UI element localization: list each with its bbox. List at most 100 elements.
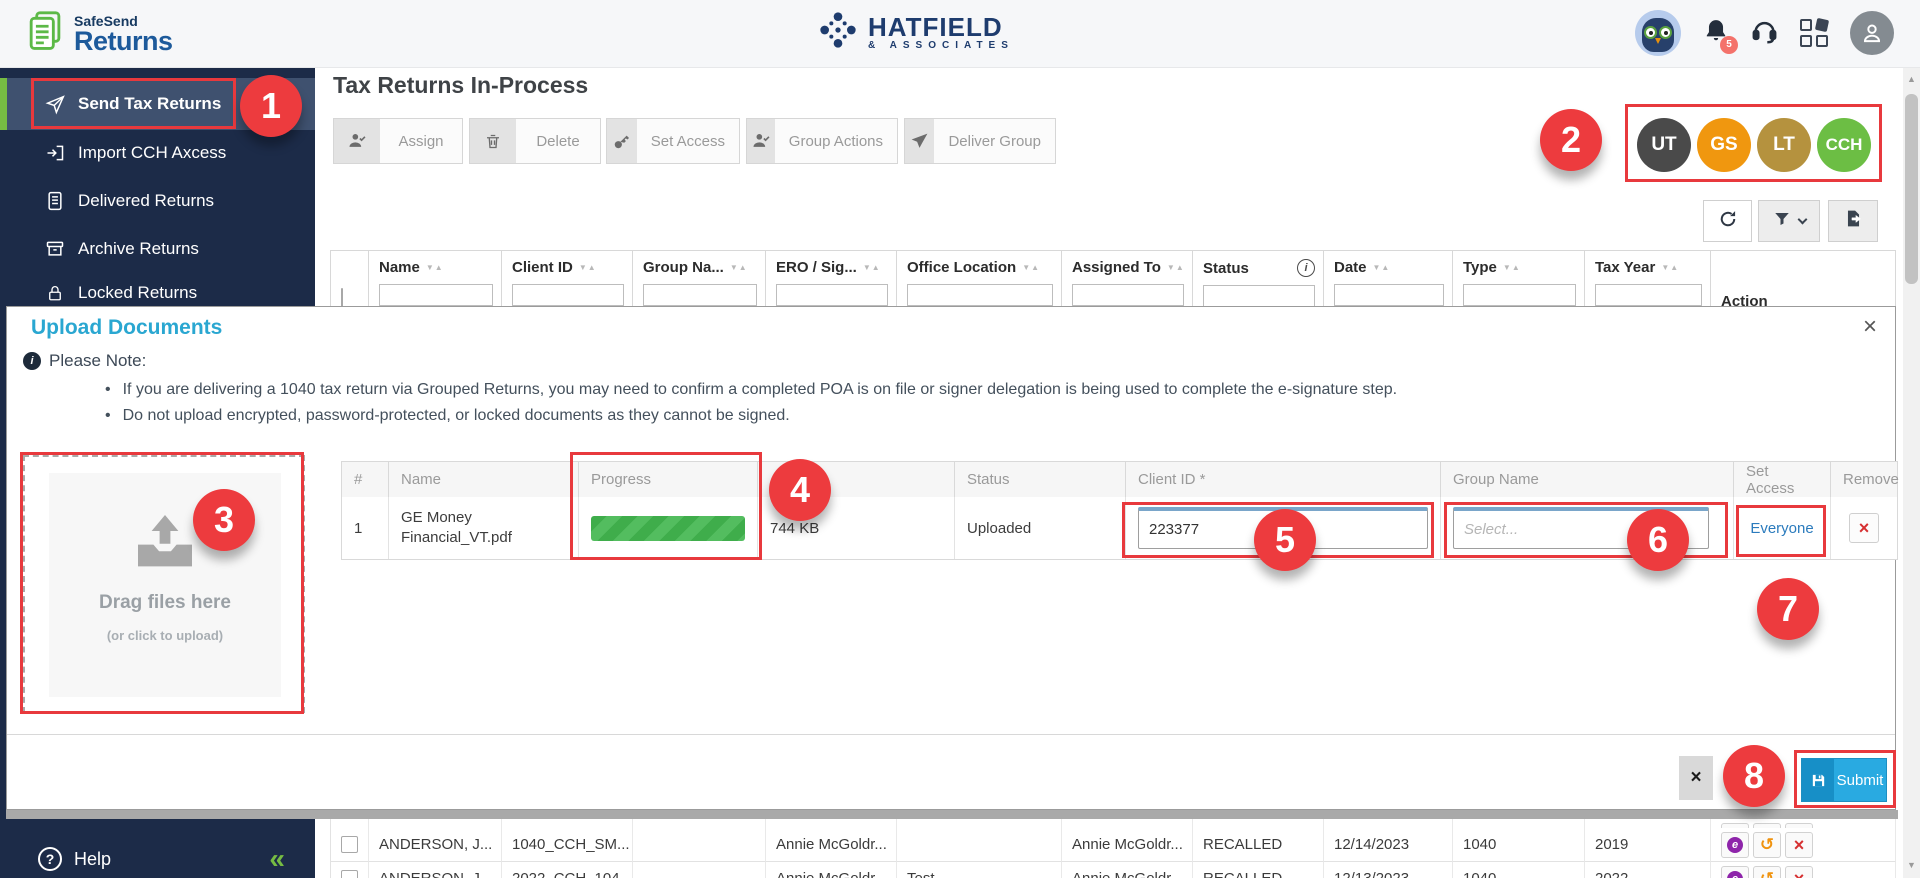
modal-cancel-button[interactable]: × xyxy=(1679,756,1713,800)
person-check-icon xyxy=(747,119,775,163)
sidebar-item-send-tax-returns[interactable]: Send Tax Returns xyxy=(0,78,315,130)
user-filter-badges: UT GS LT CCH xyxy=(1637,118,1871,172)
cell-office xyxy=(897,828,1062,862)
notifications-button[interactable]: 5 xyxy=(1703,17,1738,54)
dropzone-inner[interactable]: Drag files here (or click to upload) xyxy=(49,473,281,697)
apps-grid-button[interactable] xyxy=(1800,17,1830,47)
import-icon xyxy=(44,143,66,163)
support-button[interactable] xyxy=(1751,17,1778,50)
scroll-down-icon[interactable]: ▼ xyxy=(1903,860,1920,870)
cell-tax-year: 2019 xyxy=(1585,828,1711,862)
cell-client-id: 1040_CCH_SM... xyxy=(502,828,633,862)
cell-date: 12/13/2023 xyxy=(1324,862,1453,878)
please-note-heading: i Please Note: xyxy=(23,351,146,371)
refresh-button[interactable] xyxy=(1703,200,1752,242)
sidebar-item-import-cch-axcess[interactable]: Import CCH Axcess xyxy=(0,130,315,176)
notification-count-badge: 5 xyxy=(1720,35,1738,54)
export-button[interactable] xyxy=(1828,200,1878,242)
sidebar-help[interactable]: ? Help « xyxy=(0,830,315,878)
cell-group xyxy=(633,828,766,862)
table-row-partial: e ↺ × xyxy=(331,818,1896,828)
name-filter-input[interactable] xyxy=(379,284,493,306)
group-name-select[interactable] xyxy=(1453,507,1709,549)
delete-return-button[interactable]: × xyxy=(1785,865,1813,878)
process-return-button[interactable]: e xyxy=(1721,865,1749,878)
padlock-icon xyxy=(44,283,66,303)
status-filter-input[interactable] xyxy=(1203,285,1315,307)
date-filter-input[interactable] xyxy=(1334,284,1444,306)
user-badge-cch[interactable]: CCH xyxy=(1817,118,1871,172)
cell-status: RECALLED xyxy=(1193,828,1324,862)
client-id-input[interactable] xyxy=(1138,507,1428,549)
set-access-button[interactable]: Set Access xyxy=(606,118,740,164)
headset-icon xyxy=(1751,21,1778,49)
cell-group xyxy=(633,862,766,878)
row-checkbox[interactable] xyxy=(341,870,358,878)
scrollbar-thumb[interactable] xyxy=(1905,94,1918,284)
type-filter-input[interactable] xyxy=(1463,284,1576,306)
submit-button[interactable]: Submit xyxy=(1801,758,1887,802)
ero-filter-input[interactable] xyxy=(776,284,888,306)
dropzone-sublabel: (or click to upload) xyxy=(106,628,224,643)
set-access-link[interactable]: Everyone xyxy=(1750,520,1813,537)
select-all-checkbox[interactable] xyxy=(341,288,343,307)
remove-file-button[interactable]: × xyxy=(1849,513,1879,543)
cell-status: RECALLED xyxy=(1193,862,1324,878)
cell-assigned: Annie McGoldr... xyxy=(1062,828,1193,862)
file-num: 1 xyxy=(342,497,389,559)
sort-icon: ▼▲ xyxy=(1502,263,1521,272)
sidebar-item-archive-returns[interactable]: Archive Returns xyxy=(0,226,315,272)
recall-return-button[interactable]: ↺ xyxy=(1753,831,1781,858)
sort-icon: ▼▲ xyxy=(425,263,444,272)
tax-year-filter-input[interactable] xyxy=(1595,284,1702,306)
cell-client-id: 2022_CCH_104 xyxy=(502,862,633,878)
process-return-button[interactable]: e xyxy=(1721,831,1749,858)
safesend-logo[interactable]: SafeSend Returns xyxy=(28,10,173,57)
assigned-filter-input[interactable] xyxy=(1072,284,1184,306)
filter-button[interactable] xyxy=(1758,200,1820,242)
collapse-sidebar-icon[interactable]: « xyxy=(269,845,285,873)
screen: SafeSend Returns HATFIELD & ASSOCIATES 5… xyxy=(0,0,1920,878)
cell-tax-year: 2022 xyxy=(1585,862,1711,878)
file-dropzone[interactable]: Drag files here (or click to upload) xyxy=(23,455,305,713)
col-client-id: Client ID * xyxy=(1126,462,1441,497)
recall-return-button[interactable]: ↺ xyxy=(1753,865,1781,878)
upload-tray-icon xyxy=(134,515,196,574)
sidebar-item-delivered-returns[interactable]: Delivered Returns xyxy=(0,178,315,224)
scroll-up-icon[interactable]: ▲ xyxy=(1903,74,1920,84)
chevron-down-icon xyxy=(1797,214,1807,225)
assign-label: Assign xyxy=(398,132,444,150)
client-id-filter-input[interactable] xyxy=(512,284,624,306)
info-icon: i xyxy=(23,352,41,370)
info-icon[interactable]: i xyxy=(1297,259,1315,277)
modal-close-icon[interactable]: × xyxy=(1855,313,1885,341)
col-size xyxy=(758,462,955,497)
cell-type: 1040 xyxy=(1453,828,1585,862)
group-actions-button[interactable]: Group Actions xyxy=(746,118,898,164)
sort-icon: ▼▲ xyxy=(1661,263,1680,272)
row-checkbox[interactable] xyxy=(341,836,358,853)
table-row[interactable]: ANDERSON, J... 1040_CCH_SM... Annie McGo… xyxy=(331,828,1896,862)
user-badge-gs[interactable]: GS xyxy=(1697,118,1751,172)
delete-return-button[interactable]: × xyxy=(1785,831,1813,858)
vertical-scrollbar[interactable]: ▲ ▼ xyxy=(1903,68,1920,878)
table-row[interactable]: ANDERSON, J 2022_CCH_104 Annie McGoldr T… xyxy=(331,862,1896,878)
col-group-name: Group Name xyxy=(1441,462,1734,497)
user-badge-lt[interactable]: LT xyxy=(1757,118,1811,172)
deliver-group-button[interactable]: Deliver Group xyxy=(904,118,1056,164)
sort-icon: ▼▲ xyxy=(729,263,748,272)
apps-grid-icon xyxy=(1800,19,1812,31)
assistant-owl-avatar[interactable] xyxy=(1635,10,1681,56)
user-avatar-button[interactable] xyxy=(1850,11,1894,55)
cell-office: Test xyxy=(897,862,1062,878)
delete-button[interactable]: Delete xyxy=(469,118,601,164)
office-filter-input[interactable] xyxy=(907,284,1053,306)
group-filter-input[interactable] xyxy=(643,284,757,306)
paper-plane-icon xyxy=(905,119,935,163)
assign-button[interactable]: Assign xyxy=(333,118,463,164)
cell-ero: Annie McGoldr xyxy=(766,862,897,878)
document-icon xyxy=(44,191,66,211)
brand-line2: Returns xyxy=(74,25,173,56)
sidebar-item-label: Send Tax Returns xyxy=(78,94,222,113)
user-badge-ut[interactable]: UT xyxy=(1637,118,1691,172)
